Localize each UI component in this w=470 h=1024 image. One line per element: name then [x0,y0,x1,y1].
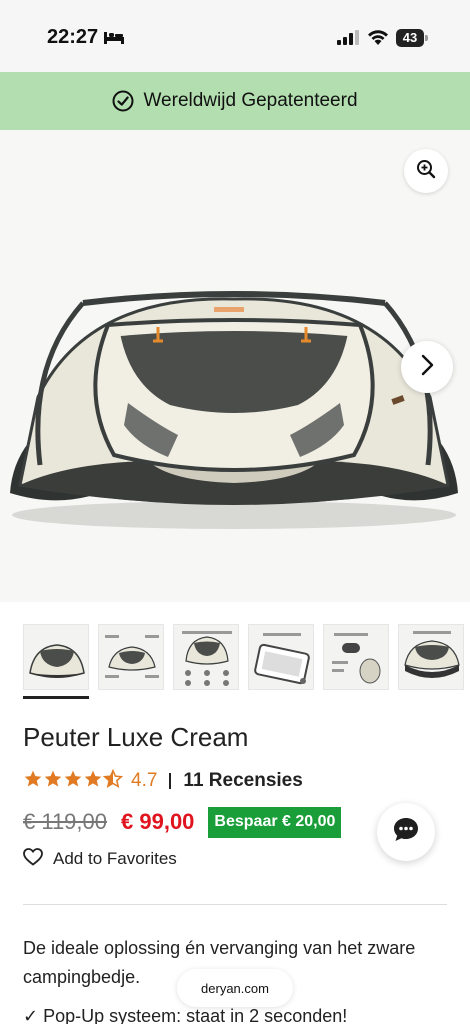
original-price: € 119,00 [23,809,108,834]
banner-text: Wereldwijd Gepatenteerd [143,90,358,111]
heart-icon [23,847,43,871]
review-count-link[interactable]: 11 Recensies [183,770,302,792]
wifi-icon [367,28,389,50]
sleep-bed-icon [104,30,124,49]
active-thumbnail-indicator [23,696,89,699]
price-row: € 119,00 € 99,00 Bespaar € 20,00 [23,805,342,839]
battery-level: 43 [396,29,424,47]
next-image-button[interactable] [401,341,453,393]
zoom-in-icon [416,159,436,184]
browser-url-bar[interactable]: deryan.com [177,969,293,1007]
product-rating[interactable]: 4.7 11 Recensies [23,767,303,795]
sale-price: € 99,00 [121,809,195,834]
chevron-right-icon [420,354,434,381]
zoom-button[interactable] [404,149,448,193]
cellular-signal-icon [337,30,359,50]
thumbnail-4[interactable] [248,624,314,690]
star-full-icon [23,769,43,794]
rating-stars [23,768,124,794]
section-divider [23,904,447,905]
status-bar: 22:27 43 [0,0,470,72]
thumbnail-strip [23,624,470,700]
thumbnail-3[interactable] [173,624,239,690]
thumbnail-1[interactable] [23,624,89,690]
add-to-favorites-label: Add to Favorites [53,849,177,868]
feature-bullet: ✓ Pop-Up systeem: staat in 2 seconden! [23,1006,348,1024]
chat-bubble-icon [391,815,421,850]
star-full-icon [43,769,63,794]
chat-button[interactable] [377,803,435,861]
battery-icon: 43 [396,29,428,47]
status-time: 22:27 [47,26,99,48]
promo-banner: Wereldwijd Gepatenteerd [0,72,470,130]
product-title: Peuter Luxe Cream [23,722,249,752]
thumbnail-6[interactable] [398,624,464,690]
thumbnail-2[interactable] [98,624,164,690]
add-to-favorites-button[interactable]: Add to Favorites [23,847,177,871]
savings-badge: Bespaar € 20,00 [208,806,342,838]
star-full-icon [83,769,103,794]
thumbnail-5[interactable] [323,624,389,690]
rating-value: 4.7 [131,770,158,791]
check-circle-icon [112,90,134,112]
rating-separator [169,773,172,789]
star-half-icon [102,768,124,794]
product-image [10,291,458,529]
star-full-icon [63,769,83,794]
